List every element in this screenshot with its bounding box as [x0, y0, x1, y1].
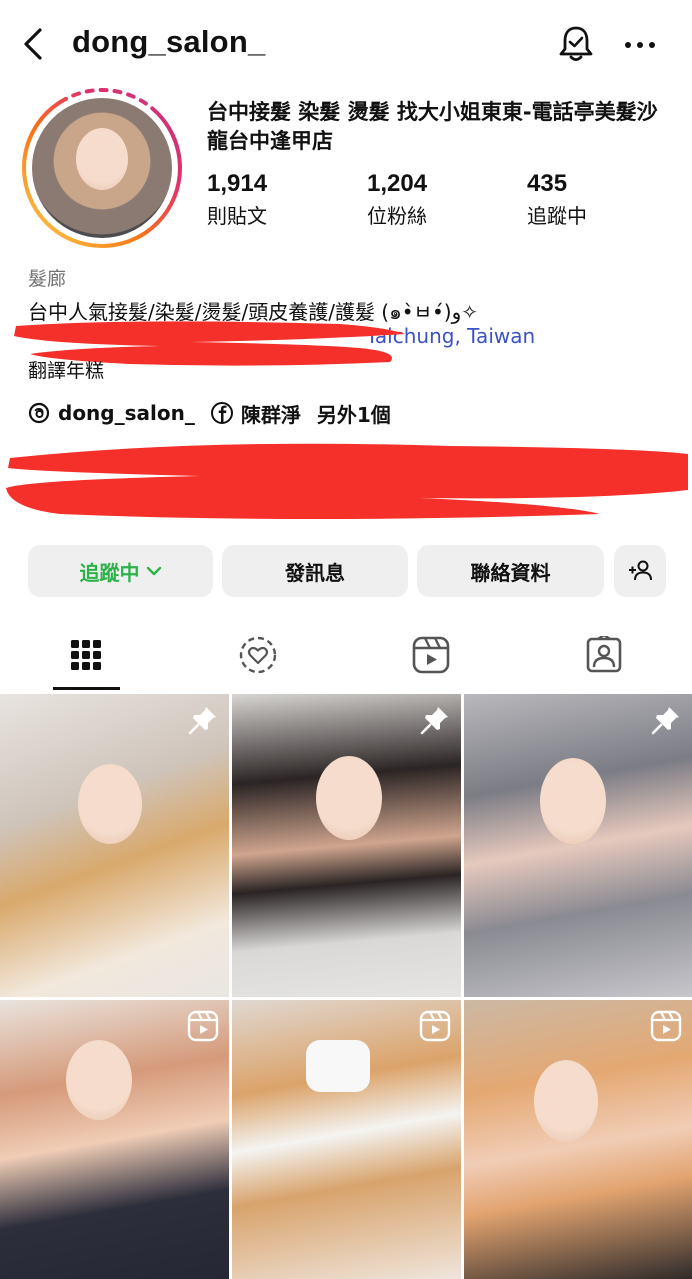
- post-thumbnail[interactable]: [464, 1000, 692, 1279]
- stat-following[interactable]: 435 追蹤中: [527, 170, 587, 229]
- profile-display-name: 台中接髮 染髮 燙髮 找大小姐東東-電話亭美髮沙龍台中逢甲店: [207, 100, 658, 153]
- facebook-icon: [210, 402, 233, 424]
- more-options-icon[interactable]: [622, 30, 658, 60]
- following-button[interactable]: 追蹤中: [28, 545, 213, 597]
- collab-heart-icon: [239, 636, 277, 674]
- reels-icon: [419, 1010, 451, 1042]
- contact-button[interactable]: 聯絡資料: [417, 545, 604, 597]
- post-thumbnail[interactable]: [232, 694, 461, 997]
- stat-posts-label: 則貼文: [207, 204, 267, 228]
- stat-following-count: 435: [527, 170, 568, 197]
- post-thumbnail[interactable]: [0, 1000, 229, 1279]
- grid-icon: [71, 640, 101, 670]
- tab-tagged[interactable]: [584, 632, 624, 678]
- stat-followers[interactable]: 1,204 位粉絲: [367, 170, 427, 229]
- tab-posts-grid[interactable]: [66, 632, 106, 678]
- add-user-icon: [629, 560, 652, 581]
- pin-icon: [651, 707, 679, 735]
- redaction-scribble: [6, 443, 688, 519]
- pin-icon: [188, 707, 216, 735]
- profile-links: dong_salon_ 陳群淨 另外1個: [28, 399, 391, 428]
- stat-posts-count: 1,914: [207, 170, 268, 197]
- chevron-down-icon: [146, 566, 161, 576]
- suggested-users-button[interactable]: [614, 545, 666, 597]
- following-button-label: 追蹤中: [79, 560, 140, 585]
- profile-username: dong_salon_: [72, 24, 266, 59]
- message-button[interactable]: 發訊息: [222, 545, 408, 597]
- contact-button-label: 聯絡資料: [470, 560, 551, 585]
- stat-followers-label: 位粉絲: [367, 204, 427, 228]
- tagged-person-icon: [586, 636, 622, 673]
- message-button-label: 發訊息: [285, 560, 345, 585]
- reels-icon: [650, 1010, 682, 1042]
- threads-icon: [28, 402, 50, 424]
- back-chevron-icon[interactable]: [18, 26, 48, 62]
- tab-reels[interactable]: [411, 632, 451, 678]
- post-thumbnail[interactable]: [464, 694, 692, 997]
- post-thumbnail[interactable]: [0, 694, 229, 997]
- stat-following-label: 追蹤中: [527, 204, 587, 228]
- tab-collab[interactable]: [238, 632, 278, 678]
- pin-icon: [420, 707, 448, 735]
- translate-link[interactable]: 翻譯年糕: [28, 356, 104, 383]
- more-links[interactable]: 另外1個: [317, 399, 391, 428]
- stat-posts[interactable]: 1,914 則貼文: [207, 170, 267, 229]
- stat-followers-count: 1,204: [367, 170, 428, 197]
- bell-check-icon[interactable]: [556, 24, 596, 64]
- profile-category: 髮廊: [28, 268, 67, 290]
- reels-icon: [187, 1010, 219, 1042]
- post-thumbnail[interactable]: [232, 1000, 461, 1279]
- active-tab-indicator: [53, 687, 120, 690]
- threads-link[interactable]: dong_salon_: [58, 401, 195, 425]
- facebook-link[interactable]: 陳群淨: [241, 399, 301, 428]
- profile-avatar[interactable]: [32, 98, 172, 238]
- reels-icon: [412, 636, 450, 674]
